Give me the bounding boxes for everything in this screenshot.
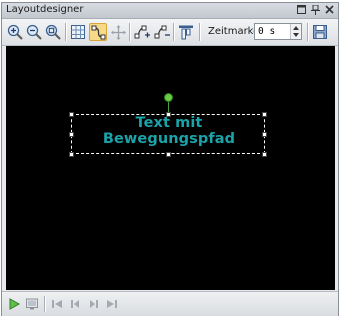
zoom-out-icon[interactable] bbox=[25, 23, 43, 41]
resize-handle-left[interactable] bbox=[69, 132, 74, 137]
remove-node-icon[interactable] bbox=[153, 23, 171, 41]
align-icon[interactable] bbox=[177, 23, 195, 41]
resize-handle-bottom-right[interactable] bbox=[262, 152, 267, 157]
time-mark-value[interactable]: 0 s bbox=[258, 26, 275, 37]
save-icon[interactable] bbox=[311, 23, 329, 41]
toolbar-separator bbox=[65, 23, 66, 41]
pin-icon[interactable] bbox=[310, 4, 321, 15]
layout-designer-window: Layoutdesigner Zeitmarke: 0 s Text mit B… bbox=[1, 2, 339, 316]
title-bar[interactable]: Layoutdesigner bbox=[2, 3, 338, 19]
play-icon[interactable] bbox=[6, 296, 22, 312]
rotation-handle[interactable] bbox=[164, 93, 173, 102]
last-frame-icon[interactable] bbox=[104, 296, 120, 312]
window-title: Layoutdesigner bbox=[6, 4, 84, 15]
zoom-fit-icon[interactable] bbox=[44, 23, 62, 41]
time-mark-stepper[interactable]: 0 s bbox=[254, 23, 302, 40]
resize-handle-bottom[interactable] bbox=[166, 152, 171, 157]
time-mark-spinner[interactable] bbox=[290, 24, 301, 39]
previous-frame-icon[interactable] bbox=[67, 296, 83, 312]
toolbar: Zeitmarke: 0 s bbox=[2, 19, 338, 46]
resize-handle-bottom-left[interactable] bbox=[69, 152, 74, 157]
toolbar-separator bbox=[307, 23, 308, 41]
zoom-in-icon[interactable] bbox=[6, 23, 24, 41]
grid-icon[interactable] bbox=[69, 23, 87, 41]
text-object[interactable]: Text mit Bewegungspfad bbox=[75, 115, 263, 147]
spin-up-icon[interactable] bbox=[293, 26, 299, 30]
spin-down-icon[interactable] bbox=[293, 33, 299, 37]
toolbar-separator bbox=[44, 296, 45, 312]
playback-bar bbox=[2, 291, 338, 316]
next-frame-icon[interactable] bbox=[86, 296, 102, 312]
toolbar-separator bbox=[173, 23, 174, 41]
close-icon[interactable] bbox=[324, 4, 335, 15]
move-path-icon[interactable] bbox=[109, 23, 127, 41]
toolbar-separator bbox=[199, 23, 200, 41]
motion-path-icon[interactable] bbox=[89, 23, 107, 41]
window-menu-icon[interactable] bbox=[296, 4, 307, 15]
layout-canvas[interactable]: Text mit Bewegungspfad bbox=[6, 46, 335, 290]
title-buttons bbox=[296, 4, 335, 15]
add-node-icon[interactable] bbox=[133, 23, 151, 41]
resize-handle-top-left[interactable] bbox=[69, 112, 74, 117]
toolbar-separator bbox=[129, 23, 130, 41]
first-frame-icon[interactable] bbox=[49, 296, 65, 312]
screen-icon[interactable] bbox=[24, 296, 40, 312]
